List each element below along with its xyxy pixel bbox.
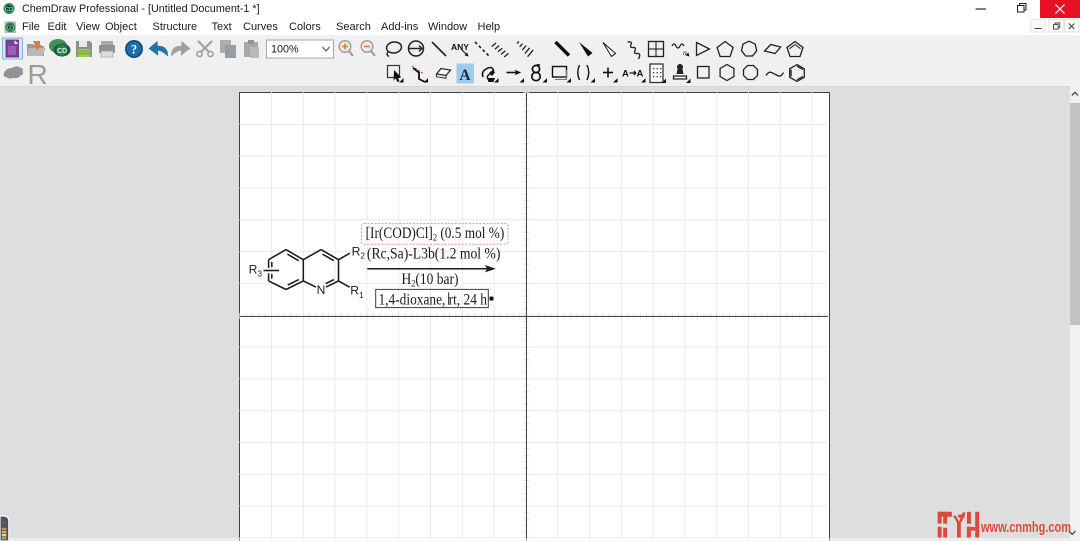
svg-text:www.cnmhg.com: www.cnmhg.com <box>980 519 1071 536</box>
